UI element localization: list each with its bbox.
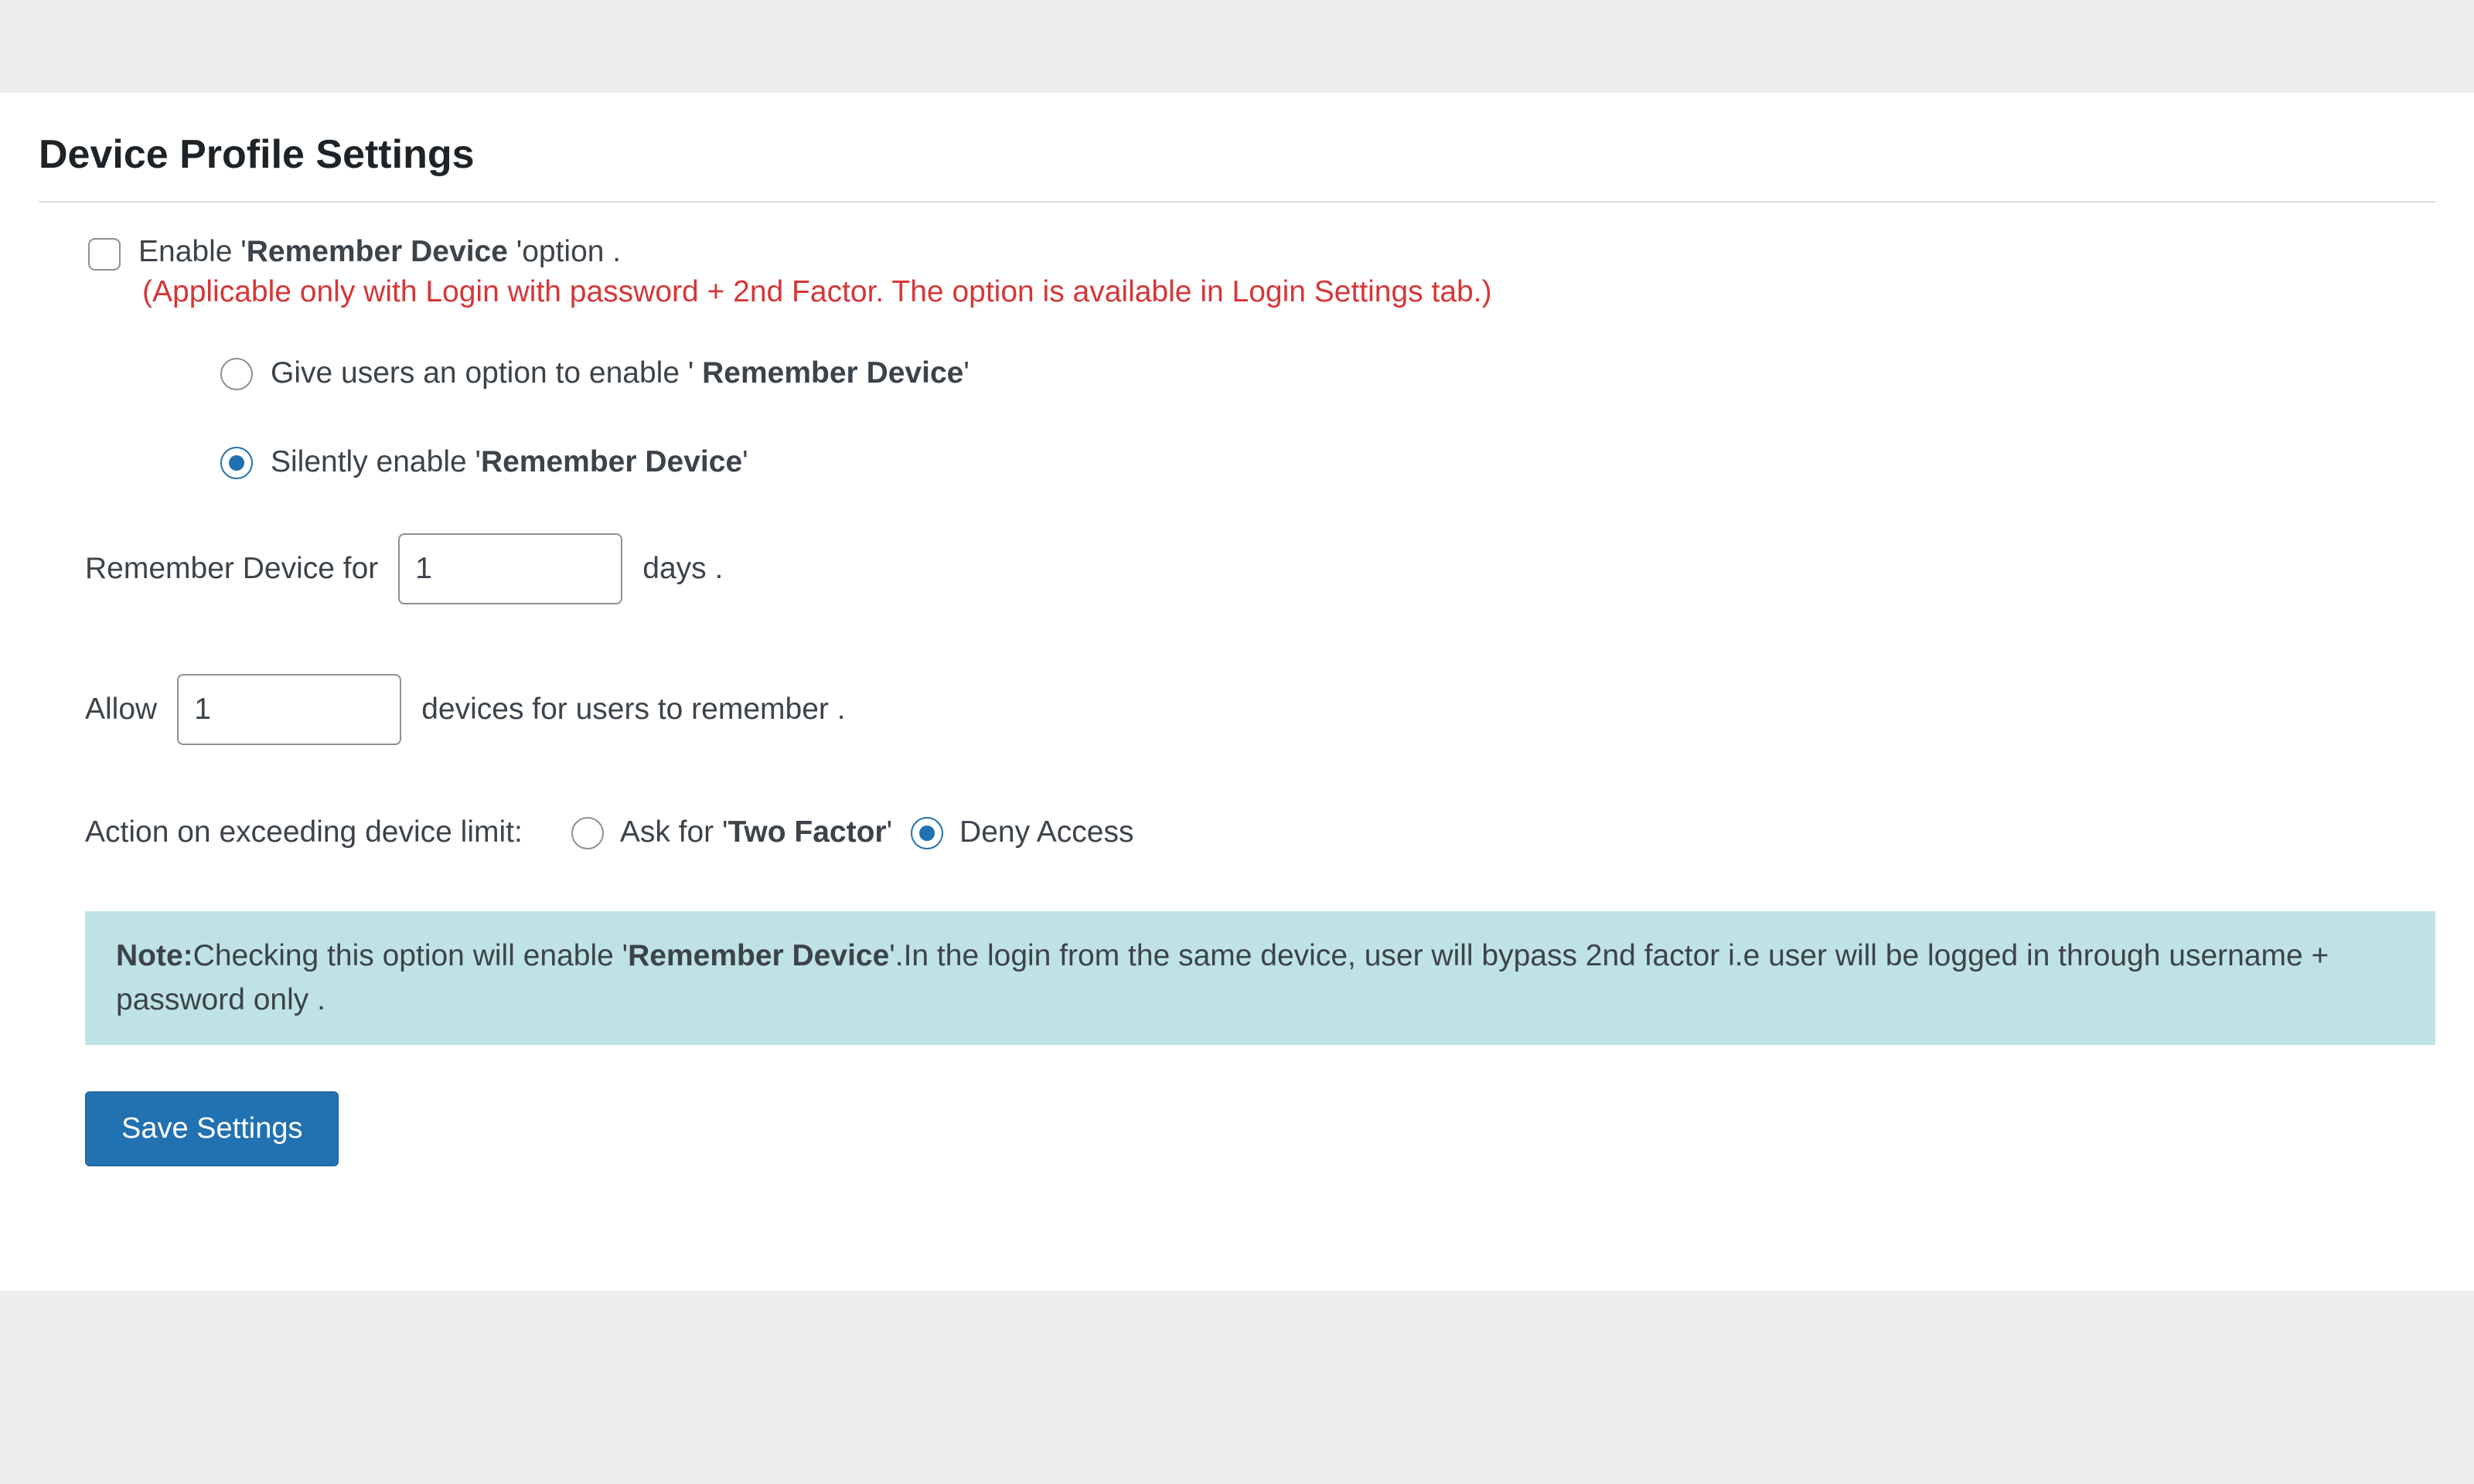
title-divider — [39, 201, 2435, 203]
action-on-exceed-label: Action on exceeding device limit: — [85, 815, 523, 849]
remember-days-row: Remember Device for days . — [85, 533, 2435, 604]
note-bold1: Note: — [116, 939, 193, 972]
enable-label-post: 'option . — [508, 235, 621, 268]
remember-days-suffix: days . — [642, 552, 723, 586]
action-ask-2fa-radio[interactable] — [571, 817, 604, 849]
page-title: Device Profile Settings — [39, 131, 2435, 178]
action-deny-access-label: Deny Access — [959, 815, 1133, 849]
enable-label-pre: Enable ' — [138, 235, 247, 268]
mode-option-silent[interactable]: Silently enable 'Remember Device' — [216, 444, 2435, 479]
allow-devices-row: Allow devices for users to remember . — [85, 674, 2435, 745]
settings-content: Enable 'Remember Device 'option . (Appli… — [39, 233, 2435, 1166]
action-deny-access-radio[interactable] — [911, 817, 943, 849]
allow-devices-input[interactable] — [177, 674, 401, 745]
remember-days-input[interactable] — [398, 533, 622, 604]
enable-row: Enable 'Remember Device 'option . (Appli… — [85, 233, 2435, 309]
note-box: Note:Checking this option will enable 'R… — [85, 911, 2435, 1045]
allow-devices-suffix: devices for users to remember . — [421, 693, 845, 727]
mode-option-user-label: Give users an option to enable ' Remembe… — [271, 356, 969, 390]
save-settings-button[interactable]: Save Settings — [85, 1091, 339, 1166]
mode-option-user[interactable]: Give users an option to enable ' Remembe… — [216, 356, 2435, 390]
enable-remember-device-label: Enable 'Remember Device 'option . — [138, 235, 621, 269]
note-t1: Checking this option will enable ' — [193, 939, 628, 972]
settings-panel: Device Profile Settings Enable 'Remember… — [0, 93, 2474, 1291]
note-bold2: Remember Device — [628, 939, 889, 972]
action-ask-2fa-label: Ask for 'Two Factor' — [620, 815, 892, 849]
enable-note: (Applicable only with Login with passwor… — [142, 275, 2435, 309]
action-on-exceed-row: Action on exceeding device limit: Ask fo… — [85, 815, 2435, 849]
allow-devices-label: Allow — [85, 693, 157, 727]
enable-remember-device-checkbox[interactable] — [88, 238, 121, 271]
remember-days-label: Remember Device for — [85, 552, 378, 586]
remember-mode-group: Give users an option to enable ' Remembe… — [216, 356, 2435, 479]
page-background: Device Profile Settings Enable 'Remember… — [0, 93, 2474, 1484]
mode-option-silent-radio[interactable] — [220, 447, 253, 479]
enable-label-bold: Remember Device — [247, 235, 508, 268]
mode-option-silent-label: Silently enable 'Remember Device' — [271, 445, 748, 479]
mode-option-user-radio[interactable] — [220, 358, 253, 390]
